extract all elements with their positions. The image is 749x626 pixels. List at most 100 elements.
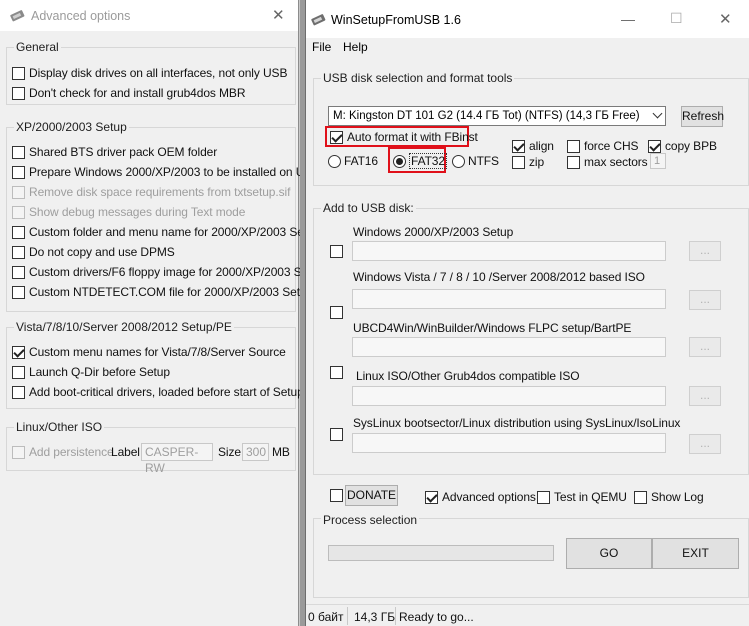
menu-bar: File Help	[306, 38, 749, 58]
browse-button-winxp[interactable]: ...	[689, 241, 721, 261]
menu-file[interactable]: File	[312, 40, 331, 54]
usb-disk-select[interactable]: M: Kingston DT 101 G2 (14.4 ГБ Tot) (NTF…	[328, 106, 666, 126]
advanced-options-checkbox[interactable]: Advanced options	[425, 487, 536, 507]
progress-bar	[328, 545, 554, 561]
linux-iso-group-title: Linux/Other ISO	[14, 420, 105, 434]
source-path-syslinux[interactable]	[352, 433, 666, 453]
checkbox-box[interactable]	[12, 86, 25, 100]
source-path-winxp[interactable]	[352, 241, 666, 261]
persistence-size-input: 300	[242, 443, 269, 461]
source-path-vista[interactable]	[352, 289, 666, 309]
refresh-button[interactable]: Refresh	[681, 106, 724, 127]
checkbox-box	[12, 205, 25, 219]
checkbox-box[interactable]	[567, 139, 580, 153]
checkbox-box[interactable]	[12, 345, 25, 359]
add-to-usb-group-title: Add to USB disk:	[321, 201, 416, 215]
menu-help[interactable]: Help	[343, 40, 368, 54]
show-log-checkbox[interactable]: Show Log	[634, 487, 704, 507]
shared-bts-checkbox[interactable]: Shared BTS driver pack OEM folder	[12, 142, 325, 162]
checkbox-box[interactable]	[567, 155, 580, 169]
no-dpms-checkbox[interactable]: Do not copy and use DPMS	[12, 242, 325, 262]
source-checkbox-linux-iso[interactable]	[330, 428, 343, 441]
checkbox-box[interactable]	[12, 165, 25, 179]
go-button[interactable]: GO	[566, 538, 652, 569]
launch-qdir-checkbox[interactable]: Launch Q-Dir before Setup	[12, 362, 304, 382]
browse-button-bartpe[interactable]: ...	[689, 337, 721, 357]
checkbox-box[interactable]	[537, 490, 550, 504]
checkbox-box	[12, 445, 25, 459]
checkbox-label: max sectors	[584, 155, 648, 169]
maximize-icon[interactable]: ☐	[670, 10, 683, 27]
radio-circle[interactable]	[452, 154, 465, 168]
checkbox-label: Display disk drives on all interfaces, n…	[29, 66, 288, 80]
status-bar: 0 байт 14,3 ГБ Ready to go...	[306, 604, 749, 626]
prepare-xp-usb-checkbox[interactable]: Prepare Windows 2000/XP/2003 to be insta…	[12, 162, 325, 182]
checkbox-box[interactable]	[512, 139, 525, 153]
checkbox-label: Remove disk space requirements from txts…	[29, 185, 291, 199]
source-path-linux-iso[interactable]	[352, 386, 666, 406]
source-checkbox-bartpe[interactable]	[330, 366, 343, 379]
display-all-interfaces-checkbox[interactable]: Display disk drives on all interfaces, n…	[12, 63, 287, 83]
checkbox-label: Do not copy and use DPMS	[29, 245, 175, 259]
max-sectors-checkbox[interactable]: max sectors	[567, 152, 648, 172]
checkbox-box[interactable]	[512, 155, 525, 169]
source-path-bartpe[interactable]	[352, 337, 666, 357]
ntfs-radio[interactable]: NTFS	[452, 151, 499, 171]
checkbox-box[interactable]	[648, 139, 661, 153]
persistence-size-unit: MB	[272, 445, 290, 459]
checkbox-box[interactable]	[12, 285, 25, 299]
copy-bpb-checkbox[interactable]: copy BPB	[648, 136, 717, 156]
fat32-radio[interactable]: FAT32	[393, 151, 447, 171]
browse-button-linux-iso[interactable]: ...	[689, 386, 721, 406]
browse-button-vista[interactable]: ...	[689, 290, 721, 310]
custom-ntdetect-checkbox[interactable]: Custom NTDETECT.COM file for 2000/XP/200…	[12, 282, 325, 302]
checkbox-box[interactable]	[425, 490, 438, 504]
advanced-options-titlebar: Advanced options ✕	[0, 0, 298, 31]
close-icon[interactable]: ✕	[719, 10, 732, 28]
browse-button-syslinux[interactable]: ...	[689, 434, 721, 454]
checkbox-box[interactable]	[12, 365, 25, 379]
checkbox-box	[12, 185, 25, 199]
checkbox-box[interactable]	[634, 490, 647, 504]
checkbox-box[interactable]	[12, 265, 25, 279]
checkbox-box[interactable]	[330, 130, 343, 144]
remove-disk-space-checkbox: Remove disk space requirements from txts…	[12, 182, 325, 202]
checkbox-label: Custom folder and menu name for 2000/XP/…	[29, 225, 321, 239]
skip-grub4dos-mbr-checkbox[interactable]: Don't check for and install grub4dos MBR	[12, 83, 287, 103]
checkbox-box[interactable]	[12, 225, 25, 239]
checkbox-label: force CHS	[584, 139, 639, 153]
checkbox-box[interactable]	[12, 66, 25, 80]
minimize-icon[interactable]: —	[621, 11, 635, 27]
vista-setup-group: Vista/7/8/10/Server 2008/2012 Setup/PE C…	[6, 320, 304, 409]
boot-critical-drivers-checkbox[interactable]: Add boot-critical drivers, loaded before…	[12, 382, 304, 402]
donate-button[interactable]: DONATE	[345, 485, 398, 506]
advanced-options-title: Advanced options	[31, 9, 131, 23]
radio-label: NTFS	[468, 154, 499, 168]
custom-folder-menu-checkbox[interactable]: Custom folder and menu name for 2000/XP/…	[12, 222, 325, 242]
fat16-radio[interactable]: FAT16	[328, 151, 378, 171]
status-separator	[395, 607, 396, 625]
zip-checkbox[interactable]: zip	[512, 152, 544, 172]
custom-menu-names-checkbox[interactable]: Custom menu names for Vista/7/8/Server S…	[12, 342, 304, 362]
status-disk-size: 14,3 ГБ	[354, 610, 396, 624]
general-group: General Display disk drives on all inter…	[6, 40, 296, 105]
source-checkbox-winxp[interactable]	[330, 245, 343, 258]
linux-iso-group: Linux/Other ISO Add persistence Label CA…	[6, 420, 296, 475]
checkbox-box[interactable]	[12, 245, 25, 259]
test-in-qemu-checkbox[interactable]: Test in QEMU	[537, 487, 627, 507]
checkbox-box[interactable]	[12, 385, 25, 399]
checkbox-box[interactable]	[12, 145, 25, 159]
auto-format-checkbox[interactable]: Auto format it with FBinst	[330, 127, 478, 147]
radio-circle[interactable]	[393, 154, 406, 168]
close-icon[interactable]: ✕	[272, 6, 285, 24]
source-checkbox-syslinux[interactable]	[330, 489, 343, 502]
xp-items: Shared BTS driver pack OEM folder Prepar…	[12, 142, 325, 302]
radio-label: FAT16	[344, 154, 378, 168]
radio-circle[interactable]	[328, 154, 341, 168]
source-checkbox-vista[interactable]	[330, 306, 343, 319]
checkbox-label: Shared BTS driver pack OEM folder	[29, 145, 218, 159]
main-titlebar: WinSetupFromUSB 1.6 — ☐ ✕	[306, 0, 749, 38]
exit-button[interactable]: EXIT	[652, 538, 739, 569]
checkbox-label: Auto format it with FBinst	[347, 130, 478, 144]
custom-f6-drivers-checkbox[interactable]: Custom drivers/F6 floppy image for 2000/…	[12, 262, 325, 282]
